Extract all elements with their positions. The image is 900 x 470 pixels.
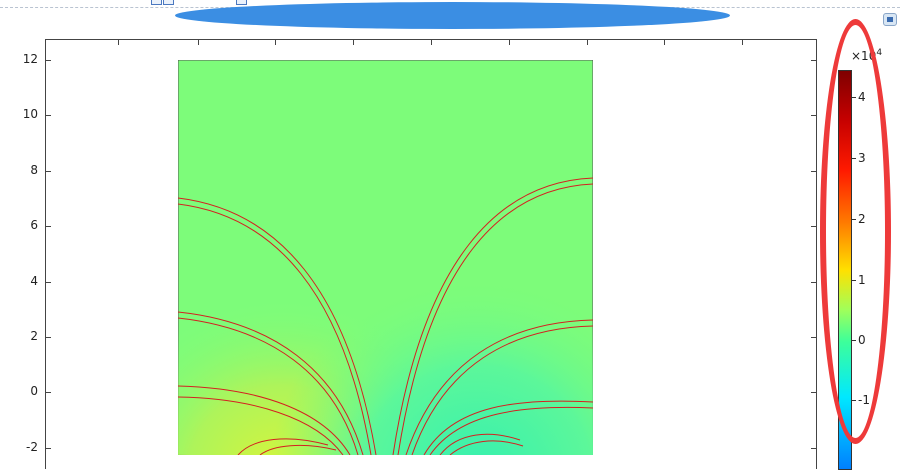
y-tick-mark (811, 171, 817, 172)
highlight-ellipse (820, 19, 891, 444)
y-tick-mark (45, 337, 51, 338)
y-tick-label: 8 (30, 163, 38, 177)
x-tick-mark (431, 39, 432, 45)
y-tick-label: 4 (30, 274, 38, 288)
y-tick-mark (45, 60, 51, 61)
y-tick-mark (45, 115, 51, 116)
redaction-ellipse (175, 2, 730, 29)
x-tick-mark (353, 39, 354, 45)
y-tick-mark (811, 226, 817, 227)
y-tick-mark (811, 392, 817, 393)
field-region-low (178, 60, 593, 455)
y-tick-mark (811, 337, 817, 338)
x-tick-mark (587, 39, 588, 45)
x-tick-mark (198, 39, 199, 45)
x-tick-mark (118, 39, 119, 45)
field-plot (178, 60, 593, 455)
y-tick-label: 12 (22, 52, 38, 66)
y-tick-label: 2 (30, 329, 38, 343)
y-tick-label: 0 (30, 384, 38, 398)
y-tick-label: -2 (26, 440, 38, 454)
x-tick-mark (664, 39, 665, 45)
x-tick-mark (509, 39, 510, 45)
y-tick-label: 6 (30, 218, 38, 232)
toolbar-icon[interactable] (163, 0, 174, 5)
colorbar-exponent: 4 (876, 48, 883, 58)
y-tick-label: 10 (22, 107, 38, 121)
toolbar-icon[interactable] (236, 0, 247, 5)
y-tick-mark (811, 448, 817, 449)
camera-icon[interactable] (883, 13, 897, 26)
x-tick-mark (275, 39, 276, 45)
x-tick-mark (742, 39, 743, 45)
y-tick-mark (45, 448, 51, 449)
y-tick-mark (811, 60, 817, 61)
y-tick-mark (811, 282, 817, 283)
y-tick-mark (45, 171, 51, 172)
y-tick-mark (45, 226, 51, 227)
y-tick-mark (45, 392, 51, 393)
toolbar-icon[interactable] (151, 0, 162, 5)
y-tick-mark (811, 115, 817, 116)
y-tick-mark (45, 282, 51, 283)
